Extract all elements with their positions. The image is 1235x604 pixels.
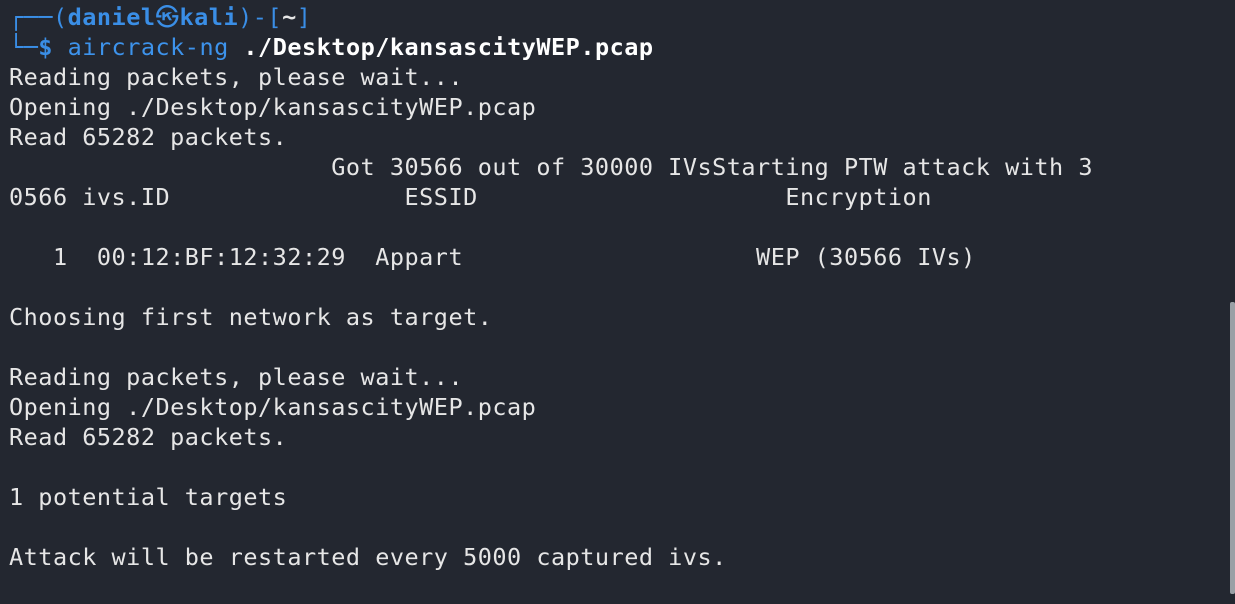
output-line: Read 65282 packets. (9, 123, 288, 151)
prompt-username: daniel (67, 3, 156, 31)
command-line: └─$ aircrack-ng ./Desktop/kansascityWEP.… (9, 32, 654, 62)
prompt-dir-close: ] (296, 3, 312, 31)
prompt-corner-top: ┌── (9, 3, 53, 31)
output-line: Opening ./Desktop/kansascityWEP.pcap (9, 393, 537, 421)
output-line: Opening ./Desktop/kansascityWEP.pcap (9, 93, 537, 121)
command-argument: ./Desktop/kansascityWEP.pcap (243, 33, 654, 61)
output-line: Reading packets, please wait... (9, 63, 464, 91)
output-line: 1 00:12:BF:12:32:29 Appart WEP (30566 IV… (9, 243, 976, 271)
command-name: aircrack-ng (67, 33, 229, 61)
prompt-open-paren: ( (52, 3, 68, 31)
terminal-window[interactable]: ┌──(daniel㉿kali)-[~] └─$ aircrack-ng ./D… (0, 0, 1235, 604)
prompt-close-paren: ) (238, 3, 253, 31)
output-line: Choosing first network as target. (9, 303, 493, 331)
output-line: Got 30566 out of 30000 IVsStarting PTW a… (9, 153, 1093, 181)
output-line: 1 potential targets (9, 483, 288, 511)
prompt-at-icon: ㉿ (155, 3, 180, 31)
prompt-corner-bottom: └─ (9, 33, 39, 61)
output-line: 0566 ivs.ID ESSID Encryption (9, 183, 932, 211)
prompt-dir-open: [ (267, 3, 283, 31)
prompt-dash: - (252, 3, 268, 31)
prompt-header-line: ┌──(daniel㉿kali)-[~] (9, 2, 311, 32)
output-line: Read 65282 packets. (9, 423, 288, 451)
terminal-scrollbar[interactable] (1230, 302, 1235, 594)
output-line: Attack will be restarted every 5000 capt… (9, 543, 727, 571)
prompt-hostname: kali (179, 3, 239, 31)
output-line: Reading packets, please wait... (9, 363, 464, 391)
prompt-dollar: $ (38, 33, 53, 61)
prompt-current-dir: ~ (282, 3, 297, 31)
